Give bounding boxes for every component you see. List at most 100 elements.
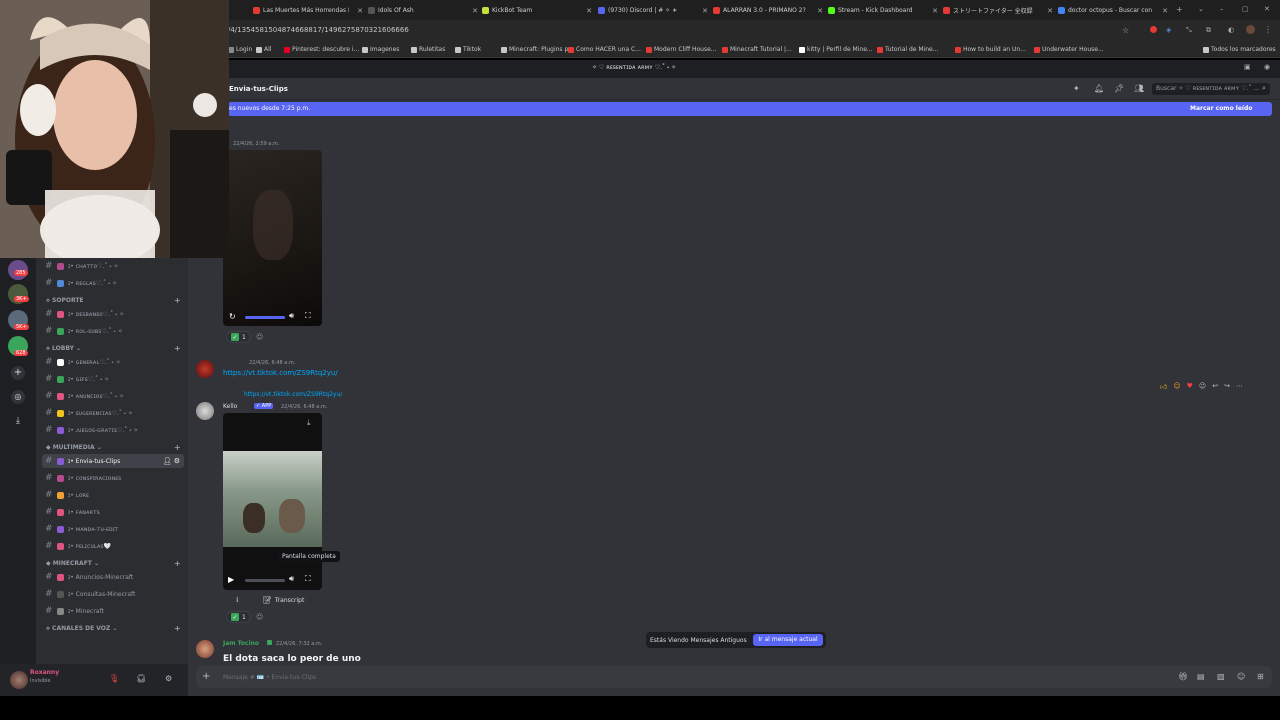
bookmark-item[interactable]: Minecraft: Plugins p... — [501, 46, 574, 53]
gif-icon[interactable]: ▤ — [1197, 672, 1205, 681]
extension-icon[interactable]: ◈ — [1166, 26, 1171, 34]
close-tab-icon[interactable]: ✕ — [932, 7, 938, 15]
gift-icon[interactable]: 🎁︎ — [1178, 672, 1188, 681]
add-reaction-icon[interactable]: ☺ — [1199, 382, 1206, 390]
avatar[interactable] — [196, 402, 214, 420]
video-progress-bar[interactable] — [245, 579, 285, 582]
browser-tab[interactable]: ALARRAN 3.0 - PRIMANO 2? ✕ — [713, 3, 823, 18]
channel-category[interactable]: ⟡ SOPORTE + — [46, 296, 181, 305]
reply-icon[interactable]: ↩ — [1212, 382, 1218, 390]
forward-icon[interactable]: ↪ — [1224, 382, 1230, 390]
close-tab-icon[interactable]: ✕ — [1047, 7, 1053, 15]
channel-item[interactable]: # ɪ• ʀᴏʟ-ꜱᴜʙꜱ♡.˚ ˖ ✧ — [42, 324, 184, 338]
bookmark-item[interactable]: Imagenes — [362, 46, 399, 53]
message-author[interactable]: Kello — [223, 403, 237, 410]
avatar[interactable] — [1246, 25, 1255, 34]
username[interactable]: Roxanny — [30, 669, 59, 676]
bookmark-item[interactable]: Underwater House... — [1034, 46, 1104, 53]
maximize-icon[interactable]: ▢ — [1242, 5, 1249, 13]
url-text[interactable]: /4/1354581504874668817/14962758703216066… — [228, 26, 409, 34]
new-messages-bar[interactable] — [228, 102, 1272, 116]
threads-icon[interactable]: ✦ — [1073, 84, 1080, 93]
message-author[interactable]: Jam Tocino — [223, 640, 259, 647]
minimize-icon[interactable]: – — [1220, 5, 1224, 13]
pin-icon[interactable]: 📌︎ — [1114, 84, 1124, 93]
channel-category[interactable]: ◆ MULTIMEDIA ⌄ + — [46, 443, 181, 452]
fullscreen-icon[interactable]: ⛶ — [305, 311, 311, 321]
extensions-icon[interactable]: ⤡ — [1186, 26, 1192, 35]
transcript-button[interactable]: 📝︎ Transcript — [263, 596, 304, 604]
close-tab-icon[interactable]: ✕ — [1162, 7, 1168, 15]
volume-icon[interactable]: 🔊︎ — [289, 574, 294, 584]
jump-to-present-button[interactable]: Ir al mensaje actual — [753, 634, 823, 646]
add-attachment-icon[interactable]: + — [202, 671, 210, 682]
channel-item[interactable]: # ɪ• ᴄᴏɴꜱᴘɪʀᴀᴄɪᴏɴᴇꜱ — [42, 471, 184, 485]
channel-item[interactable]: # ɪ• Minecraft — [42, 604, 184, 618]
emoji-icon[interactable]: ☺ — [1173, 382, 1180, 390]
replay-icon[interactable]: ↻ — [229, 312, 236, 321]
help-icon[interactable]: ◉ — [1264, 63, 1270, 71]
download-icon[interactable]: ⤓ — [307, 418, 311, 428]
close-tab-icon[interactable]: ✕ — [357, 7, 363, 15]
browser-tab[interactable]: Stream - Kick Dashboard ✕ — [828, 3, 938, 18]
sticker-icon[interactable]: ▧ — [1217, 672, 1225, 681]
thumbs-icon[interactable]: 👍︎ — [1160, 382, 1167, 391]
close-tab-icon[interactable]: ✕ — [586, 7, 592, 15]
close-tab-icon[interactable]: ✕ — [472, 7, 478, 15]
bell-icon[interactable]: 🔔︎ — [1094, 84, 1104, 93]
channel-item[interactable]: # ɪ• ᴘᴇʟɪᴄᴜʟᴀꜱ🤍 — [42, 539, 184, 553]
mark-read-button[interactable]: Marcar como leído — [1190, 105, 1252, 112]
video-player[interactable]: ↻ 🔊︎ ⛶ — [223, 150, 322, 326]
add-channel-icon[interactable]: + — [174, 344, 181, 353]
channel-item[interactable]: # ɪ• ɢɪꜰꜱ♡.˚ ˖ ✧ — [42, 372, 184, 386]
download-icon[interactable]: ⤓ — [11, 414, 25, 428]
apps-icon[interactable]: ⊞ — [1257, 672, 1264, 681]
channel-item[interactable]: # ɪ• ᴀɴᴜɴᴄɪᴏꜱ♡.˚ ˖ ✧ — [42, 389, 184, 403]
bookmark-item[interactable]: Minecraft Tutorial |... — [722, 46, 792, 53]
browser-tab[interactable]: (9730) Discord | # ✧ ∗ ✕ — [598, 3, 708, 18]
channel-category[interactable]: ⟡ LOBBY ⌄ + — [46, 344, 181, 353]
message-input[interactable]: Mensaje # 🪪 • Envia-tus-Clips — [223, 674, 316, 681]
browser-tab[interactable]: KickBot Team ✕ — [482, 3, 592, 18]
bookmark-item[interactable]: Tiktok — [455, 46, 481, 53]
channel-item[interactable]: # ɪ• ᴊᴜᴇɢᴏꜱ-ɢʀᴀᴛɪꜱ♡.˚ ˖ ✧ — [42, 423, 184, 437]
members-icon[interactable]: 👥︎ — [1134, 84, 1144, 93]
reaction-check[interactable]: ✓ 1 — [226, 331, 251, 343]
headphones-icon[interactable]: 🎧︎ — [136, 674, 146, 683]
message-composer[interactable] — [196, 666, 1272, 688]
bookmark-item[interactable]: Login — [228, 46, 252, 53]
chevron-down-icon[interactable]: ⌄ — [1198, 5, 1204, 13]
channel-item[interactable]: # ɪ• Consultas-Minecraft — [42, 587, 184, 601]
channel-item[interactable]: # ɪ• ʟᴏʀᴇ — [42, 488, 184, 502]
channel-category[interactable]: ⟡ CANALES DE VOZ ⌄ + — [46, 624, 181, 633]
profile-icon[interactable]: ◐ — [1228, 26, 1234, 34]
browser-tab[interactable]: ストリートファイター 全収録 ✕ — [943, 3, 1053, 18]
browser-tab[interactable]: Las Muertes Más Horrendas D ✕ — [253, 3, 363, 18]
video-player[interactable]: ⤓ ▶ 🔊︎ ⛶ — [223, 413, 322, 590]
new-tab-icon[interactable]: + — [1176, 5, 1183, 14]
reaction-check[interactable]: ✓ 1 — [226, 611, 251, 623]
gear-icon[interactable]: ⚙ — [165, 674, 172, 683]
channel-item[interactable]: # ɪ• ꜱᴜɢᴇʀᴇɴᴄɪᴀꜱ♡.˚ ˖ ✧ — [42, 406, 184, 420]
fullscreen-icon[interactable]: ⛶ — [305, 574, 311, 584]
bookmark-item[interactable]: Pinterest: descubre i... — [284, 46, 359, 53]
channel-item[interactable]: # ɪ• ɢᴇɴᴇʀᴀʟ♡.˚ ˖ ✧ — [42, 355, 184, 369]
bookmark-item[interactable]: Ruletitas — [411, 46, 445, 53]
channel-item[interactable]: # ɪ• Envia-tus-Clips 👤︎ ⚙ — [42, 454, 184, 468]
close-icon[interactable]: ✕ — [1264, 5, 1270, 13]
bookmark-item[interactable]: Como HACER una C... — [568, 46, 641, 53]
add-reaction-icon[interactable]: ☺ — [256, 613, 263, 621]
channel-item[interactable]: # ɪ• ʀᴇɢʟᴀꜱ♡.˚ ˖ ✧ — [42, 276, 184, 290]
channel-item[interactable]: # ɪ• ᴅᴇꜱʙᴀɴᴇᴏ♡.˚ ˖ ✧ — [42, 307, 184, 321]
video-progress-bar[interactable] — [245, 316, 285, 319]
reply-reference-link[interactable]: https://vt.tiktok.com/ZS9Rtq2yu/ — [244, 391, 342, 398]
bookmark-item[interactable]: How to build an Un... — [955, 46, 1026, 53]
mute-mic-icon[interactable]: 🎙︎ — [109, 674, 119, 683]
add-channel-icon[interactable]: + — [174, 624, 181, 633]
search-input[interactable]: Buscar ✧ ♡ ʀᴇꜱᴇɴᴛɪᴅᴀ ᴀʀᴍʏ ♡.˚ ... — [1152, 83, 1270, 95]
message-link[interactable]: https://vt.tiktok.com/ZS9Rtq2yu/ — [223, 369, 338, 377]
more-icon[interactable]: ⋯ — [1236, 382, 1243, 390]
bookmark-star-icon[interactable]: ☆ — [1122, 26, 1129, 35]
emoji-icon[interactable]: ☺ — [1237, 672, 1245, 681]
browser-tab[interactable]: doctor octopus - Buscar con ✕ — [1058, 3, 1168, 18]
